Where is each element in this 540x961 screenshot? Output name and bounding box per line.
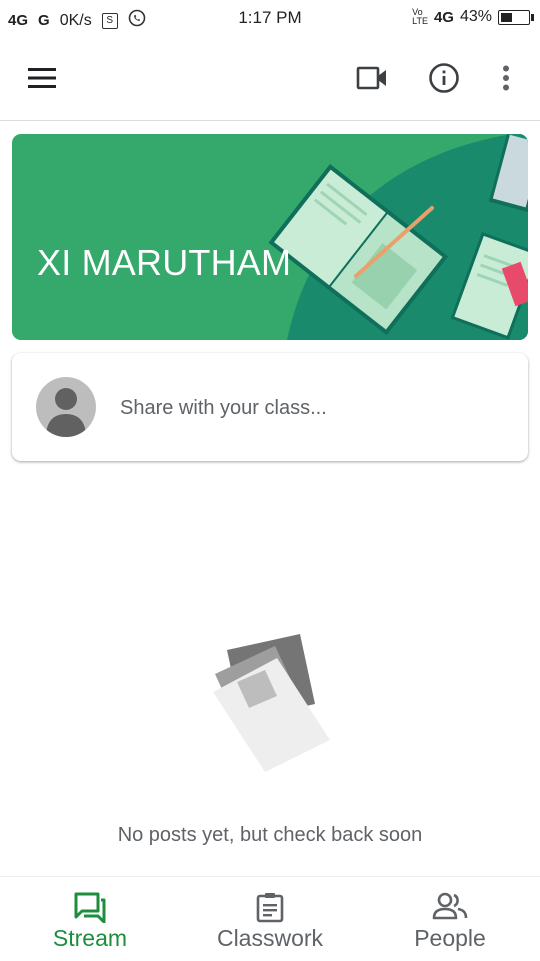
empty-state-message: No posts yet, but check back soon <box>117 824 423 846</box>
volte-icon: Vo LTE <box>412 7 428 26</box>
more-vertical-icon[interactable] <box>494 58 518 98</box>
share-with-class-card[interactable]: Share with your class... <box>12 353 528 461</box>
banner-illustration <box>268 134 528 340</box>
stream-icon <box>74 892 106 923</box>
nav-people[interactable]: People <box>370 877 530 961</box>
class-title: XI MARUTHAM <box>37 242 292 283</box>
avatar <box>36 377 96 437</box>
battery-icon <box>498 9 534 25</box>
video-camera-icon[interactable] <box>352 58 392 98</box>
share-placeholder[interactable]: Share with your class... <box>120 397 327 420</box>
nav-classwork[interactable]: Classwork <box>190 877 350 961</box>
network-type-text: 4G <box>433 8 454 26</box>
bottom-navigation: Stream Classwork People <box>0 876 540 961</box>
battery-text: 43% <box>459 8 492 25</box>
status-right: Vo LTE 4G 43% <box>412 7 534 26</box>
nav-stream[interactable]: Stream <box>10 877 170 961</box>
class-banner[interactable]: XI MARUTHAM <box>12 134 528 340</box>
app-bar <box>0 36 540 121</box>
user-placeholder-icon <box>46 388 86 437</box>
no-posts-illustration <box>213 634 330 772</box>
status-bar: 4G G 0K/s S 1:17 PM Vo LTE 4G 43% <box>0 0 540 36</box>
hamburger-menu-icon[interactable] <box>22 60 62 96</box>
nav-stream-label: Stream <box>52 925 128 951</box>
info-circle-icon[interactable] <box>424 58 464 98</box>
nav-classwork-label: Classwork <box>216 925 324 951</box>
nav-people-label: People <box>414 925 486 951</box>
classwork-icon <box>256 893 284 923</box>
people-icon <box>432 892 468 920</box>
